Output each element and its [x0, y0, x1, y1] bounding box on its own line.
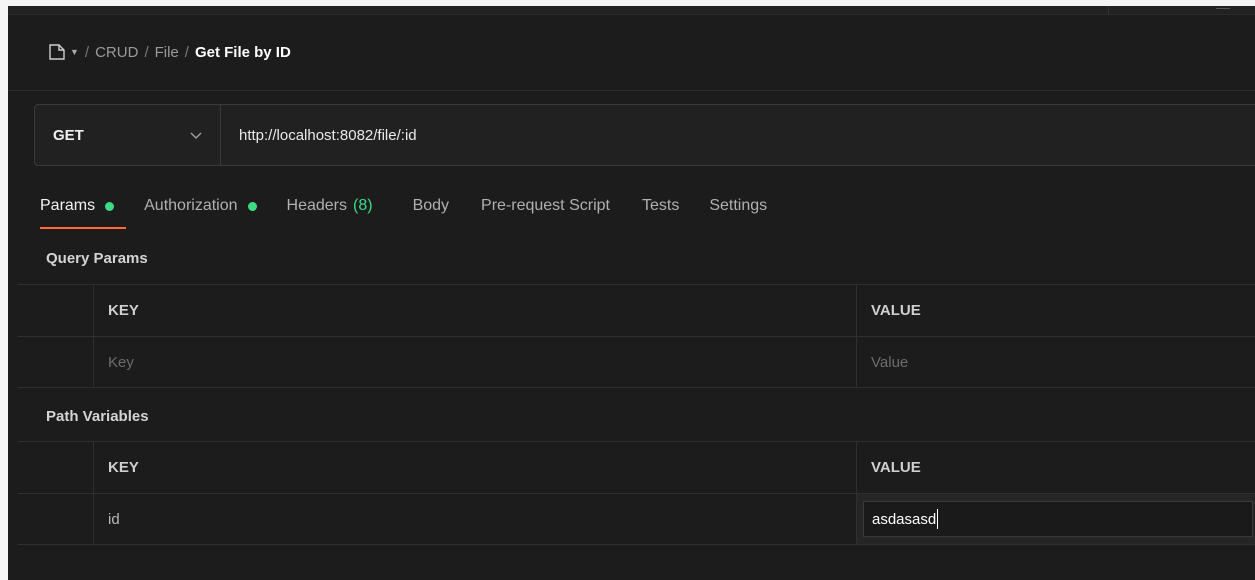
- breadcrumb-separator: /: [84, 43, 90, 61]
- request-name[interactable]: Get File by ID: [195, 44, 291, 61]
- breadcrumb: ▼ / CRUD / File / Get File by ID: [48, 37, 291, 67]
- row-gutter: [18, 494, 94, 544]
- path-variable-value-text: asdasasd: [872, 510, 937, 528]
- table-row: Key Value: [18, 336, 1255, 388]
- status-dot: [105, 201, 115, 211]
- breadcrumb-separator: /: [144, 43, 149, 61]
- tab-label: Authorization: [144, 197, 238, 214]
- url-input[interactable]: http://localhost:8082/file/:id: [221, 105, 1255, 165]
- path-variable-value-cell[interactable]: asdasasd: [857, 494, 1255, 544]
- key-header: KEY: [94, 442, 857, 493]
- tab-body[interactable]: Body: [413, 190, 449, 222]
- tab-label: Body: [412, 197, 450, 214]
- caret-down-icon[interactable]: ▼: [70, 47, 79, 57]
- chevron-down-icon: [190, 128, 202, 143]
- tab-tests[interactable]: Tests: [642, 190, 679, 222]
- table-header-row: KEY VALUE: [18, 441, 1255, 493]
- method-label: GET: [53, 126, 84, 144]
- breadcrumb-item-file[interactable]: File: [155, 44, 179, 61]
- headers-count: (8): [353, 197, 373, 214]
- table-row: id asdasasd: [18, 493, 1255, 545]
- row-gutter: [18, 337, 94, 387]
- request-tabs: Params Authorization Headers (8) Body Pr…: [40, 190, 793, 230]
- value-input[interactable]: Value: [857, 337, 1255, 387]
- tab-params[interactable]: Params: [40, 190, 127, 229]
- breadcrumb-item-crud[interactable]: CRUD: [95, 44, 138, 61]
- method-select[interactable]: GET: [35, 105, 221, 165]
- breadcrumb-separator: /: [184, 43, 189, 61]
- row-gutter: [18, 285, 94, 336]
- value-header: VALUE: [871, 302, 921, 319]
- path-variable-value-input[interactable]: asdasasd: [863, 501, 1253, 537]
- query-params-table: KEY VALUE Key Value: [18, 284, 1255, 388]
- query-params-title: Query Params: [46, 250, 148, 267]
- row-gutter: [18, 442, 94, 493]
- value-header: VALUE: [871, 459, 921, 476]
- tab-label: Settings: [709, 197, 768, 214]
- request-url-bar: GET http://localhost:8082/file/:id: [34, 104, 1255, 166]
- key-input[interactable]: Key: [94, 337, 857, 387]
- tab-label: Headers: [286, 197, 347, 214]
- tab-pre-request-script[interactable]: Pre-request Script: [481, 190, 610, 222]
- tab-label: Tests: [641, 197, 680, 214]
- tab-authorization[interactable]: Authorization: [144, 190, 257, 222]
- tab-label: Params: [40, 197, 96, 214]
- key-header: KEY: [94, 285, 857, 336]
- table-header-row: KEY VALUE: [18, 284, 1255, 336]
- window-left-edge: [0, 0, 8, 580]
- tab-strip-divider: [1108, 6, 1109, 14]
- path-variables-table: KEY VALUE id asdasasd: [18, 441, 1255, 545]
- tab-strip-mark: [1216, 8, 1230, 9]
- header-divider: [8, 90, 1255, 91]
- path-variables-title: Path Variables: [46, 408, 149, 425]
- collection-icon[interactable]: [48, 43, 66, 61]
- text-caret: [937, 509, 939, 529]
- tab-label: Pre-request Script: [481, 197, 610, 214]
- tab-headers[interactable]: Headers (8): [287, 190, 373, 222]
- status-dot: [247, 201, 257, 211]
- top-tab-strip: [8, 6, 1255, 15]
- path-variable-key: id: [94, 494, 857, 544]
- tab-settings[interactable]: Settings: [709, 190, 767, 222]
